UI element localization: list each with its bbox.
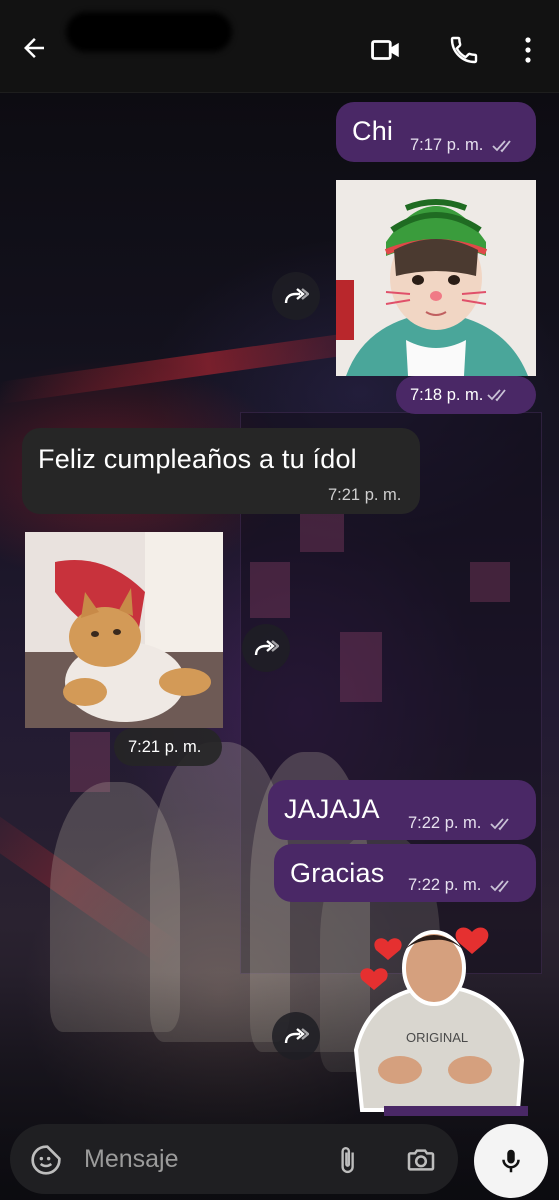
forward-arrow-icon: [284, 1028, 309, 1044]
camera-icon[interactable]: [404, 1144, 438, 1176]
message-text: Gracias: [290, 858, 385, 888]
message-composer[interactable]: Mensaje: [10, 1124, 458, 1194]
message-text: Feliz cumpleaños a tu ídol: [38, 444, 357, 474]
double-check-icon: [487, 389, 507, 402]
dots-vertical-icon: [525, 37, 531, 63]
video-call-button[interactable]: [366, 30, 406, 70]
sticker-illustration: ORIGINAL: [353, 927, 528, 1116]
boy-photo-illustration: [336, 180, 536, 376]
forward-button[interactable]: [242, 624, 290, 672]
double-check-icon: [492, 140, 511, 152]
forward-arrow-icon: [284, 288, 309, 304]
message-text: Chi: [352, 116, 394, 146]
sticker-smiley-icon[interactable]: [30, 1144, 62, 1176]
message-time: 7:21 p. m.: [328, 486, 402, 504]
message-bubble-outgoing[interactable]: Chi 7:17 p. m.: [336, 102, 536, 162]
message-time: 7:21 p. m.: [128, 737, 202, 756]
image-message-watermelon-boy[interactable]: [336, 180, 536, 376]
message-bubble-outgoing[interactable]: Gracias 7:22 p. m.: [274, 844, 536, 902]
message-time: 7:22 p. m.: [408, 814, 516, 833]
image-time-chip: 7:18 p. m.: [396, 376, 536, 414]
cat-photo-illustration: [25, 532, 223, 728]
forward-button[interactable]: [272, 272, 320, 320]
sticker-man-with-hearts[interactable]: ORIGINAL: [350, 920, 528, 1116]
message-input[interactable]: Mensaje: [84, 1145, 179, 1174]
back-button[interactable]: [14, 28, 54, 68]
contact-name-redacted[interactable]: [66, 12, 232, 52]
more-options-button[interactable]: [512, 30, 544, 70]
voice-call-button[interactable]: [444, 30, 484, 70]
video-camera-icon: [371, 40, 399, 60]
phone-icon: [450, 36, 478, 64]
message-time: 7:17 p. m.: [410, 136, 518, 155]
microphone-icon: [502, 1149, 520, 1173]
chat-header: [0, 0, 559, 93]
arrow-left-icon: [24, 38, 44, 58]
paperclip-icon[interactable]: [332, 1144, 362, 1176]
forward-button[interactable]: [272, 1012, 320, 1060]
message-bubble-outgoing[interactable]: JAJAJA 7:22 p. m.: [268, 780, 536, 840]
double-check-icon: [490, 880, 509, 892]
message-time: 7:18 p. m.: [410, 385, 484, 404]
forward-arrow-icon: [254, 640, 279, 656]
message-bubble-incoming[interactable]: Feliz cumpleaños a tu ídol 7:21 p. m.: [22, 428, 420, 514]
message-text: JAJAJA: [284, 794, 380, 824]
svg-text:ORIGINAL: ORIGINAL: [406, 1030, 468, 1045]
double-check-icon: [490, 818, 509, 830]
image-message-cat[interactable]: [25, 532, 223, 728]
message-time: 7:22 p. m.: [408, 876, 516, 895]
image-time-chip: 7:21 p. m.: [114, 728, 222, 766]
voice-message-button[interactable]: [474, 1124, 548, 1198]
